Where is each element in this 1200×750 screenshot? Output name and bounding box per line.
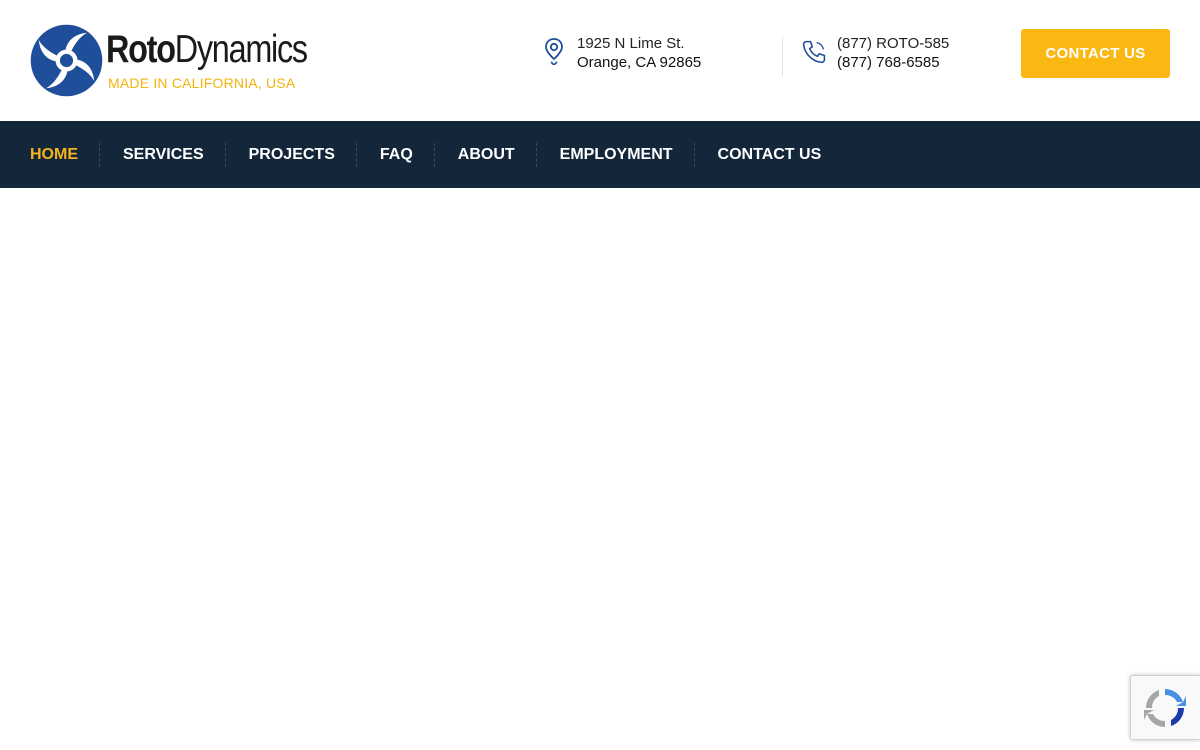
nav-item-services[interactable]: SERVICES bbox=[123, 121, 204, 188]
nav-item-faq[interactable]: FAQ bbox=[380, 121, 413, 188]
nav-separator bbox=[99, 142, 100, 167]
nav-separator bbox=[535, 142, 537, 167]
recaptcha-badge[interactable] bbox=[1130, 675, 1200, 740]
logo-wordmark: RotoDynamics bbox=[106, 28, 308, 72]
logo-tagline: MADE IN CALIFORNIA, USA bbox=[108, 75, 296, 91]
site-logo[interactable]: RotoDynamics MADE IN CALIFORNIA, USA bbox=[30, 24, 320, 98]
map-pin-icon bbox=[541, 34, 567, 68]
address-line-1: 1925 N Lime St. bbox=[577, 35, 685, 52]
nav-item-employment[interactable]: EMPLOYMENT bbox=[560, 121, 673, 188]
address-block: 1925 N Lime St. Orange, CA 92865 bbox=[541, 34, 701, 72]
logo-wordmark-bold: Roto bbox=[106, 28, 176, 71]
contact-us-button[interactable]: CONTACT US bbox=[1021, 29, 1170, 78]
nav-item-about[interactable]: ABOUT bbox=[458, 121, 515, 188]
recaptcha-icon bbox=[1144, 689, 1186, 727]
nav-separator bbox=[693, 142, 695, 167]
nav-item-contact-us[interactable]: CONTACT US bbox=[718, 121, 822, 188]
main-nav: HOME SERVICES PROJECTS FAQ ABOUT EMPLOYM… bbox=[0, 121, 1200, 188]
nav-separator bbox=[224, 142, 226, 167]
nav-separator bbox=[433, 142, 435, 167]
phone-block: (877) ROTO-585 (877) 768-6585 bbox=[801, 34, 949, 72]
phone-vanity[interactable]: (877) ROTO-585 bbox=[837, 34, 949, 53]
phone-icon bbox=[801, 34, 827, 68]
swirl-logo-icon bbox=[30, 24, 103, 97]
site-header: RotoDynamics MADE IN CALIFORNIA, USA 192… bbox=[0, 0, 1200, 121]
nav-item-home[interactable]: HOME bbox=[30, 121, 78, 188]
main-content bbox=[0, 188, 1200, 750]
header-divider bbox=[782, 37, 783, 76]
nav-item-projects[interactable]: PROJECTS bbox=[249, 121, 335, 188]
logo-wordmark-light: Dynamics bbox=[174, 28, 308, 71]
nav-separator bbox=[355, 142, 357, 167]
phone-number[interactable]: (877) 768-6585 bbox=[837, 53, 949, 72]
address-line-2: Orange, CA 92865 bbox=[577, 54, 702, 71]
